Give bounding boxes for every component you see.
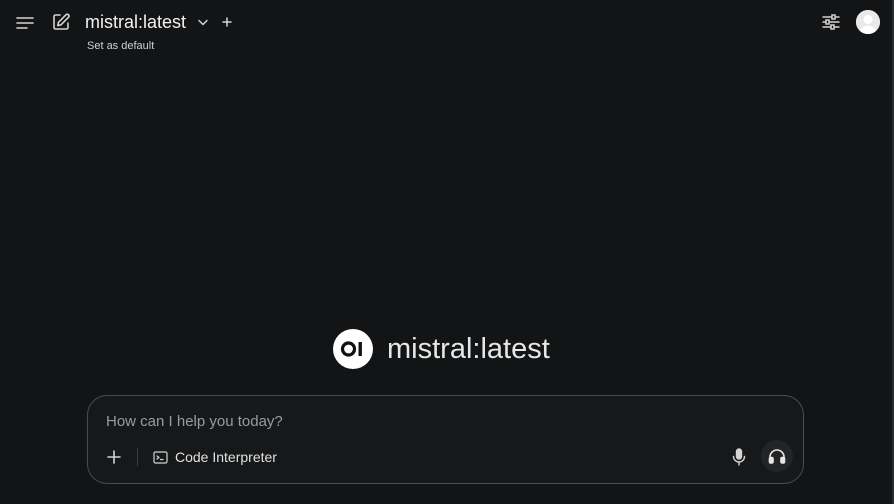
terminal-icon — [153, 450, 168, 464]
menu-button[interactable] — [12, 10, 38, 36]
hero-model-name: mistral:latest — [387, 333, 550, 365]
voice-mode-button[interactable] — [761, 440, 793, 472]
sliders-icon — [822, 14, 840, 30]
code-interpreter-label: Code Interpreter — [175, 449, 277, 465]
oi-logo-icon — [340, 341, 362, 357]
open-webui-logo — [333, 329, 373, 369]
microphone-icon — [732, 448, 746, 466]
new-chat-button[interactable] — [49, 10, 73, 34]
user-avatar-icon — [856, 10, 880, 34]
attach-button[interactable] — [104, 447, 124, 467]
user-avatar[interactable] — [856, 10, 880, 34]
set-as-default-link[interactable]: Set as default — [87, 39, 154, 53]
plus-icon — [222, 17, 232, 27]
message-input[interactable] — [106, 410, 766, 432]
chat-controls-button[interactable] — [820, 11, 842, 33]
toolbar-divider — [137, 448, 138, 466]
code-interpreter-toggle[interactable]: Code Interpreter — [153, 447, 277, 467]
model-dropdown-button[interactable] — [195, 14, 211, 30]
chevron-down-icon — [198, 19, 208, 26]
dictate-button[interactable] — [729, 447, 749, 467]
message-composer: Code Interpreter — [87, 395, 804, 484]
top-bar: mistral:latest Set as default — [0, 0, 892, 60]
pencil-square-icon — [53, 13, 70, 30]
chat-page: mistral:latest Set as default mistral:la… — [0, 0, 894, 504]
add-model-button[interactable] — [219, 14, 235, 30]
model-selector-title[interactable]: mistral:latest — [85, 11, 186, 33]
menu-icon — [16, 17, 34, 29]
plus-icon — [107, 450, 121, 464]
headphones-icon — [768, 449, 786, 464]
model-hero: mistral:latest — [333, 329, 550, 369]
